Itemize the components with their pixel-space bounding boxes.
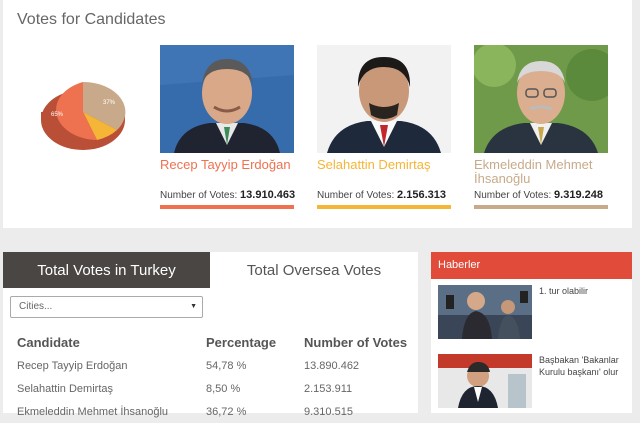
cities-select[interactable]: Cities... ▼ [10, 296, 203, 318]
cell-candidate: Selahattin Demirtaş [17, 382, 113, 395]
cell-percentage: 54,78 % [206, 359, 247, 372]
results-table-card: Total Votes in Turkey Total Oversea Vote… [3, 252, 418, 418]
cell-percentage: 8,50 % [206, 382, 241, 395]
news-item[interactable]: 1. tur olabilir [438, 285, 632, 341]
news-title[interactable]: Başbakan 'Bakanlar Kurulu başkanı' olur [539, 354, 632, 378]
table-row: Selahattin Demirtaş 8,50 % 2.153.911 [17, 377, 414, 400]
cell-votes: 2.153.911 [304, 382, 353, 395]
votes-value: 9.319.248 [554, 189, 603, 201]
votes-label: Number of Votes: [317, 190, 395, 201]
news-title[interactable]: 1. tur olabilir [539, 285, 632, 297]
votes-value: 2.156.313 [397, 189, 446, 201]
pie-label-ihsanoglu: 37% [103, 100, 116, 106]
candidate-photo [160, 45, 294, 153]
tab-total-votes-turkey[interactable]: Total Votes in Turkey [3, 252, 210, 288]
section-title: Votes for Candidates [17, 11, 166, 28]
cell-votes: 13.890.462 [304, 359, 360, 372]
candidate-color-bar [474, 205, 608, 209]
candidate-name[interactable]: Selahattin Demirtaş [317, 158, 451, 186]
votes-label: Number of Votes: [160, 190, 238, 201]
news-header: Haberler [431, 252, 632, 279]
votes-value: 13.910.463 [240, 189, 296, 201]
news-card: Haberler 1. tur olabilir Başbakan 'Bakan… [431, 252, 632, 413]
votes-label: Number of Votes: [474, 190, 552, 201]
cell-percentage: 36,72 % [206, 405, 247, 418]
candidate-votes: Number of Votes: 9.319.248 [474, 189, 603, 201]
dropdown-arrow-icon: ▼ [190, 303, 197, 310]
candidate-name[interactable]: Ekmeleddin Mehmet İhsanoğlu [474, 158, 608, 186]
column-header-percentage: Percentage [206, 334, 277, 350]
candidate-card-erdogan[interactable]: Recep Tayyip Erdoğan Number of Votes: 13… [160, 45, 295, 209]
table-row: Ekmeleddin Mehmet İhsanoğlu 36,72 % 9.31… [17, 400, 414, 423]
table-header-row: Candidate Percentage Number of Votes [17, 330, 414, 354]
votes-pie-chart: 65% 37% [41, 81, 126, 150]
candidate-color-bar [317, 205, 451, 209]
results-table: Candidate Percentage Number of Votes Rec… [17, 330, 414, 423]
candidate-card-demirtas[interactable]: Selahattin Demirtaş Number of Votes: 2.1… [317, 45, 451, 209]
candidate-color-bar [160, 205, 294, 209]
cell-votes: 9.310.515 [304, 405, 353, 418]
candidate-photo [317, 45, 451, 153]
cities-select-value: Cities... [19, 301, 53, 312]
candidate-votes: Number of Votes: 13.910.463 [160, 189, 295, 201]
candidate-card-ihsanoglu[interactable]: Ekmeleddin Mehmet İhsanoğlu Number of Vo… [474, 45, 608, 209]
news-thumbnail[interactable] [438, 354, 532, 408]
cell-candidate: Recep Tayyip Erdoğan [17, 359, 128, 372]
column-header-votes: Number of Votes [304, 334, 408, 350]
column-header-candidate: Candidate [17, 334, 80, 350]
table-row: Recep Tayyip Erdoğan 54,78 % 13.890.462 [17, 354, 414, 377]
news-item[interactable]: Başbakan 'Bakanlar Kurulu başkanı' olur [438, 354, 632, 410]
cell-candidate: Ekmeleddin Mehmet İhsanoğlu [17, 405, 169, 418]
votes-card: Votes for Candidates 65% 37% Recep Tayyi… [3, 0, 632, 228]
candidate-photo [474, 45, 608, 153]
news-thumbnail[interactable] [438, 285, 532, 339]
candidate-votes: Number of Votes: 2.156.313 [317, 189, 446, 201]
candidate-name[interactable]: Recep Tayyip Erdoğan [160, 158, 294, 186]
pie-label-erdogan: 65% [51, 112, 64, 118]
tab-total-oversea-votes[interactable]: Total Oversea Votes [210, 252, 418, 288]
